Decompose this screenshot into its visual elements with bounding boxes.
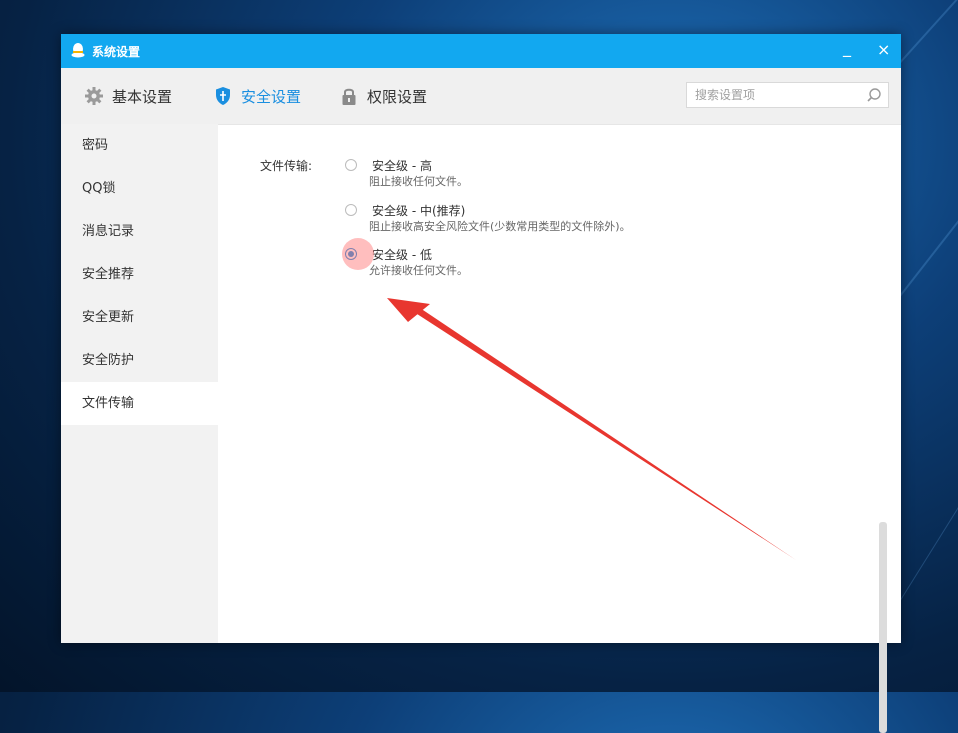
content-panel: 文件传输: 安全级 - 高 阻止接收任何文件。 安全级 - 中(推荐) 阻止接收… (218, 124, 889, 733)
radio-medium[interactable] (345, 204, 357, 216)
search-box[interactable] (686, 82, 889, 108)
option-description: 允许接收任何文件。 (369, 264, 468, 277)
settings-window: 系统设置 _ × 基本设置 安全设置 权限设置 搜索设置项 密码 QQ锁 消息记… (61, 34, 901, 733)
option-label: 安全级 - 高 (372, 159, 432, 173)
sidebar-item-security-recommend[interactable]: 安全推荐 (61, 253, 218, 296)
tab-label: 基本设置 (112, 87, 173, 106)
background-streak (900, 464, 958, 601)
toolbar: 基本设置 安全设置 权限设置 (61, 68, 901, 125)
scrollbar-thumb[interactable] (879, 522, 887, 733)
search-input[interactable] (687, 83, 855, 107)
search-icon[interactable] (866, 87, 882, 103)
tab-label: 安全设置 (241, 87, 302, 106)
click-highlight (342, 238, 374, 270)
title-bar[interactable]: 系统设置 _ × (61, 34, 901, 68)
tab-permission-settings[interactable]: 权限设置 (339, 84, 427, 108)
tab-security-settings[interactable]: 安全设置 (213, 84, 301, 108)
sidebar-item-message-history[interactable]: 消息记录 (61, 210, 218, 253)
lock-icon (342, 88, 356, 105)
qq-penguin-icon (71, 43, 85, 58)
sidebar: 密码 QQ锁 消息记录 安全推荐 安全更新 安全防护 文件传输 (61, 124, 218, 643)
window-title: 系统设置 (92, 45, 141, 59)
sidebar-item-file-transfer[interactable]: 文件传输 (61, 382, 218, 425)
sidebar-item-qq-lock[interactable]: QQ锁 (61, 167, 218, 210)
option-description: 阻止接收高安全风险文件(少数常用类型的文件除外)。 (369, 220, 631, 233)
option-label: 安全级 - 中(推荐) (372, 204, 466, 218)
scrollbar[interactable] (877, 522, 889, 733)
option-label: 安全级 - 低 (372, 248, 432, 262)
tab-basic-settings[interactable]: 基本设置 (84, 84, 172, 108)
sidebar-item-security-protection[interactable]: 安全防护 (61, 339, 218, 382)
gear-icon (85, 87, 103, 105)
option-description: 阻止接收任何文件。 (369, 175, 468, 188)
minimize-button[interactable]: _ (843, 38, 851, 57)
file-transfer-label: 文件传输: (260, 159, 313, 173)
shield-icon (216, 87, 230, 105)
close-button[interactable]: × (877, 40, 890, 59)
tab-label: 权限设置 (367, 87, 428, 106)
radio-high[interactable] (345, 159, 357, 171)
sidebar-item-password[interactable]: 密码 (61, 124, 218, 167)
sidebar-item-security-update[interactable]: 安全更新 (61, 296, 218, 339)
